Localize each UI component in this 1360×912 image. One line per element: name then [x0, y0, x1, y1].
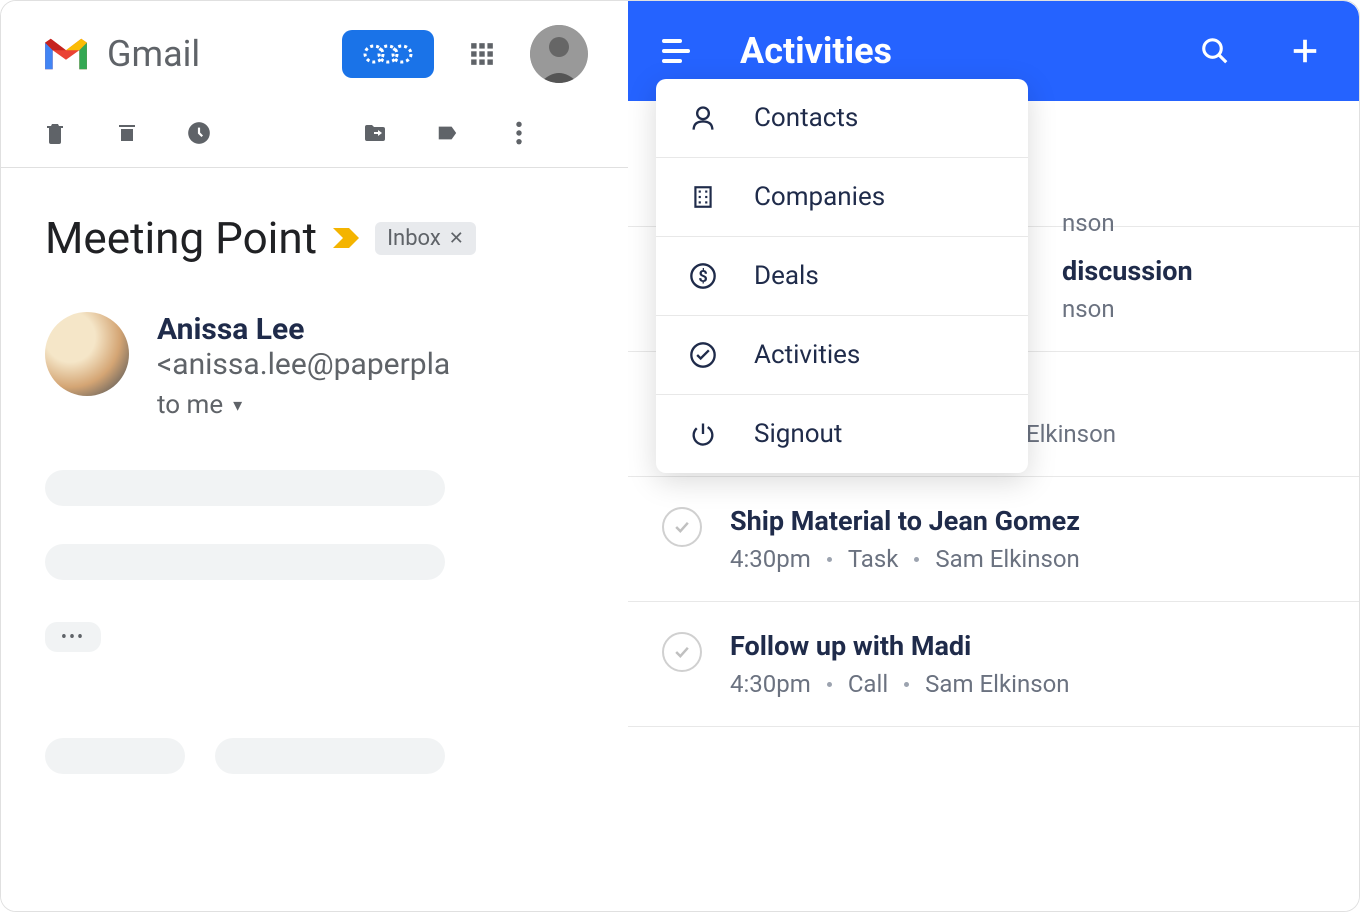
svg-text:$: $	[698, 267, 707, 286]
dollar-icon: $	[688, 261, 718, 291]
skeleton-line	[45, 470, 445, 506]
menu-label: Activities	[754, 340, 860, 370]
close-icon[interactable]: ✕	[449, 228, 464, 249]
activity-type: Task	[848, 545, 899, 573]
email-content: Meeting Point Inbox ✕ Anissa Lee <anissa…	[1, 168, 628, 774]
menu-item-signout[interactable]: Signout	[656, 395, 1028, 473]
menu-label: Deals	[754, 261, 819, 291]
plus-icon	[1290, 36, 1320, 66]
nav-dropdown-menu: Contacts Companies $ Deals Activities	[656, 79, 1028, 473]
hamburger-icon	[662, 39, 682, 43]
menu-label: Contacts	[754, 103, 858, 133]
activity-row[interactable]: Ship Material to Jean Gomez 4:30pm Task …	[628, 477, 1359, 602]
activity-title: Follow up with Madi	[730, 630, 1325, 662]
archive-button[interactable]	[113, 119, 141, 147]
menu-item-contacts[interactable]: Contacts	[656, 79, 1028, 158]
activity-type: Call	[848, 670, 888, 698]
activity-row[interactable]: Follow up with Madi 4:30pm Call Sam Elki…	[628, 602, 1359, 727]
check-icon	[672, 517, 692, 537]
to-text: to me	[157, 390, 223, 420]
check-circle-icon	[688, 340, 718, 370]
sender-email: <anissa.lee@paperpla	[157, 347, 450, 382]
important-marker-icon[interactable]	[331, 226, 361, 250]
move-button[interactable]	[361, 119, 389, 147]
activity-owner-fragment: nson	[1062, 209, 1115, 237]
skeleton-block	[215, 738, 445, 774]
menu-label: Signout	[754, 419, 842, 449]
check-icon	[672, 642, 692, 662]
folder-move-icon	[361, 121, 389, 145]
skeleton-line	[45, 544, 445, 580]
menu-item-companies[interactable]: Companies	[656, 158, 1028, 237]
search-icon	[1200, 36, 1230, 66]
skeleton-row	[45, 738, 584, 774]
recipient-line[interactable]: to me ▾	[157, 390, 584, 420]
activity-title: Ship Material to Jean Gomez	[730, 505, 1325, 537]
skeleton-block	[45, 738, 185, 774]
gmail-panel: Gmail	[1, 1, 628, 911]
add-button[interactable]	[1285, 31, 1325, 71]
gmail-header: Gmail	[1, 1, 628, 107]
chain-icon	[360, 41, 416, 67]
clock-icon	[186, 120, 212, 146]
sender-info: Anissa Lee <anissa.lee@paperpla to me ▾	[157, 312, 584, 420]
sender-avatar[interactable]	[45, 312, 129, 396]
gmail-logo-icon	[41, 35, 91, 73]
activity-owner-fragment: nson	[1062, 295, 1115, 323]
activities-panel: Activities Contacts Companies	[628, 1, 1359, 911]
power-icon	[688, 419, 718, 449]
subject-row: Meeting Point Inbox ✕	[45, 212, 584, 264]
menu-label: Companies	[754, 182, 885, 212]
gmail-logo-wrap: Gmail	[41, 33, 200, 75]
snooze-button[interactable]	[185, 119, 213, 147]
gmail-title: Gmail	[107, 33, 200, 75]
activity-owner: Sam Elkinson	[925, 670, 1069, 698]
more-vertical-icon	[515, 120, 523, 146]
menu-item-deals[interactable]: $ Deals	[656, 237, 1028, 316]
chevron-down-icon: ▾	[233, 395, 242, 416]
gmail-toolbar	[1, 107, 628, 168]
building-icon	[688, 182, 718, 212]
activity-meta: 4:30pm Task Sam Elkinson	[730, 545, 1325, 573]
trash-icon	[43, 120, 67, 146]
expand-dots-button[interactable]: •••	[45, 622, 101, 652]
menu-toggle-button[interactable]	[662, 39, 690, 63]
archive-icon	[114, 121, 140, 145]
user-avatar[interactable]	[530, 25, 588, 83]
inbox-chip[interactable]: Inbox ✕	[375, 222, 476, 255]
apps-grid-icon	[469, 41, 495, 67]
activity-owner: Sam Elkinson	[935, 545, 1079, 573]
activity-checkbox[interactable]	[662, 507, 702, 547]
activity-meta: 4:30pm Call Sam Elkinson	[730, 670, 1325, 698]
activities-title: Activities	[740, 30, 892, 72]
activity-time: 4:30pm	[730, 545, 811, 573]
activity-time: 4:30pm	[730, 670, 811, 698]
more-button[interactable]	[505, 119, 533, 147]
label-icon	[433, 122, 461, 144]
apps-grid-button[interactable]	[466, 38, 498, 70]
activity-checkbox[interactable]	[662, 632, 702, 672]
delete-button[interactable]	[41, 119, 69, 147]
email-subject: Meeting Point	[45, 212, 317, 264]
inbox-label: Inbox	[387, 226, 441, 251]
person-icon	[688, 103, 718, 133]
sender-name: Anissa Lee	[157, 312, 304, 347]
sender-row: Anissa Lee <anissa.lee@paperpla to me ▾	[45, 312, 584, 420]
search-button[interactable]	[1195, 31, 1235, 71]
label-button[interactable]	[433, 119, 461, 147]
extension-badge[interactable]	[342, 30, 434, 78]
menu-item-activities[interactable]: Activities	[656, 316, 1028, 395]
